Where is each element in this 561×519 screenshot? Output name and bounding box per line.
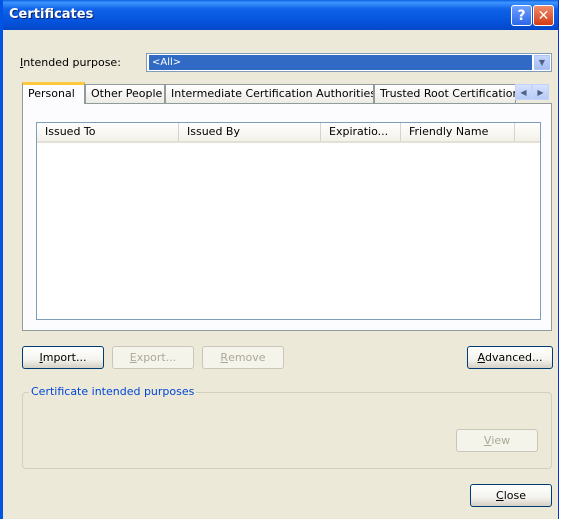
view-label: iew: [491, 434, 511, 447]
tab-scroll-left-button[interactable]: ◀: [515, 84, 532, 100]
export-button[interactable]: Export...: [112, 346, 194, 369]
close-window-button[interactable]: ✕: [533, 5, 554, 26]
remove-mnemonic: R: [220, 351, 229, 364]
column-label: Expiratio...: [329, 125, 389, 138]
help-icon: ?: [517, 7, 526, 24]
intended-purpose-label: Intended purpose:: [20, 56, 121, 69]
column-label: Issued By: [187, 125, 240, 138]
column-issued-to[interactable]: Issued To: [37, 123, 179, 141]
help-button[interactable]: ?: [511, 5, 532, 26]
tab-label: Intermediate Certification Authorities: [171, 87, 374, 100]
advanced-button[interactable]: Advanced...: [467, 346, 553, 369]
title-bar[interactable]: Certificates ? ✕: [3, 0, 558, 30]
list-header: Issued To Issued By Expiratio... Friendl…: [37, 123, 540, 143]
tab-label: Trusted Root Certification Authorities: [380, 87, 516, 100]
column-friendly-name[interactable]: Friendly Name: [401, 123, 515, 141]
import-button[interactable]: Import...: [22, 346, 104, 369]
tab-scroll-right-button[interactable]: ▶: [532, 84, 549, 100]
tab-label: Other People: [91, 87, 163, 100]
certificates-dialog: Certificates ? ✕ Intended purpose: <All>…: [0, 0, 559, 519]
intended-purpose-value: <All>: [149, 55, 532, 70]
export-label: xport...: [136, 351, 177, 364]
view-button[interactable]: View: [456, 429, 538, 452]
column-expiration-date[interactable]: Expiratio...: [321, 123, 401, 141]
remove-label: emove: [228, 351, 266, 364]
import-label: mport...: [42, 351, 87, 364]
tab-label: Personal: [28, 87, 75, 100]
intended-purpose-label-text: ntended purpose:: [23, 56, 121, 69]
close-label: lose: [503, 489, 526, 502]
column-issued-by[interactable]: Issued By: [179, 123, 321, 141]
advanced-label: dvanced...: [485, 351, 543, 364]
certificate-list[interactable]: Issued To Issued By Expiratio... Friendl…: [36, 122, 541, 320]
export-mnemonic: E: [129, 351, 137, 364]
remove-button[interactable]: Remove: [202, 346, 284, 369]
intended-purposes-title: Certificate intended purposes: [29, 385, 197, 398]
window-title: Certificates: [9, 7, 94, 22]
intended-purposes-group: Certificate intended purposes View: [22, 385, 552, 469]
chevron-down-icon: ▼: [538, 58, 546, 67]
personal-tab-panel: Issued To Issued By Expiratio... Friendl…: [22, 103, 552, 331]
close-mnemonic: C: [496, 489, 504, 502]
tab-intermediate-certification-authorities[interactable]: Intermediate Certification Authorities: [165, 84, 374, 103]
column-label: Friendly Name: [409, 125, 489, 138]
close-icon: ✕: [537, 7, 550, 24]
tab-scroll-buttons: ◀ ▶: [515, 84, 549, 100]
column-label: Issued To: [45, 125, 96, 138]
view-mnemonic: V: [483, 434, 492, 447]
tab-personal[interactable]: Personal: [22, 82, 85, 104]
advanced-mnemonic: A: [477, 351, 486, 364]
tab-other-people[interactable]: Other People: [85, 84, 165, 103]
tab-trusted-root-certification-authorities[interactable]: Trusted Root Certification Authorities: [374, 84, 516, 103]
close-button[interactable]: Close: [470, 484, 552, 507]
intended-purpose-select[interactable]: <All> ▼: [146, 53, 552, 72]
intended-purpose-dropdown-button[interactable]: ▼: [534, 55, 550, 70]
